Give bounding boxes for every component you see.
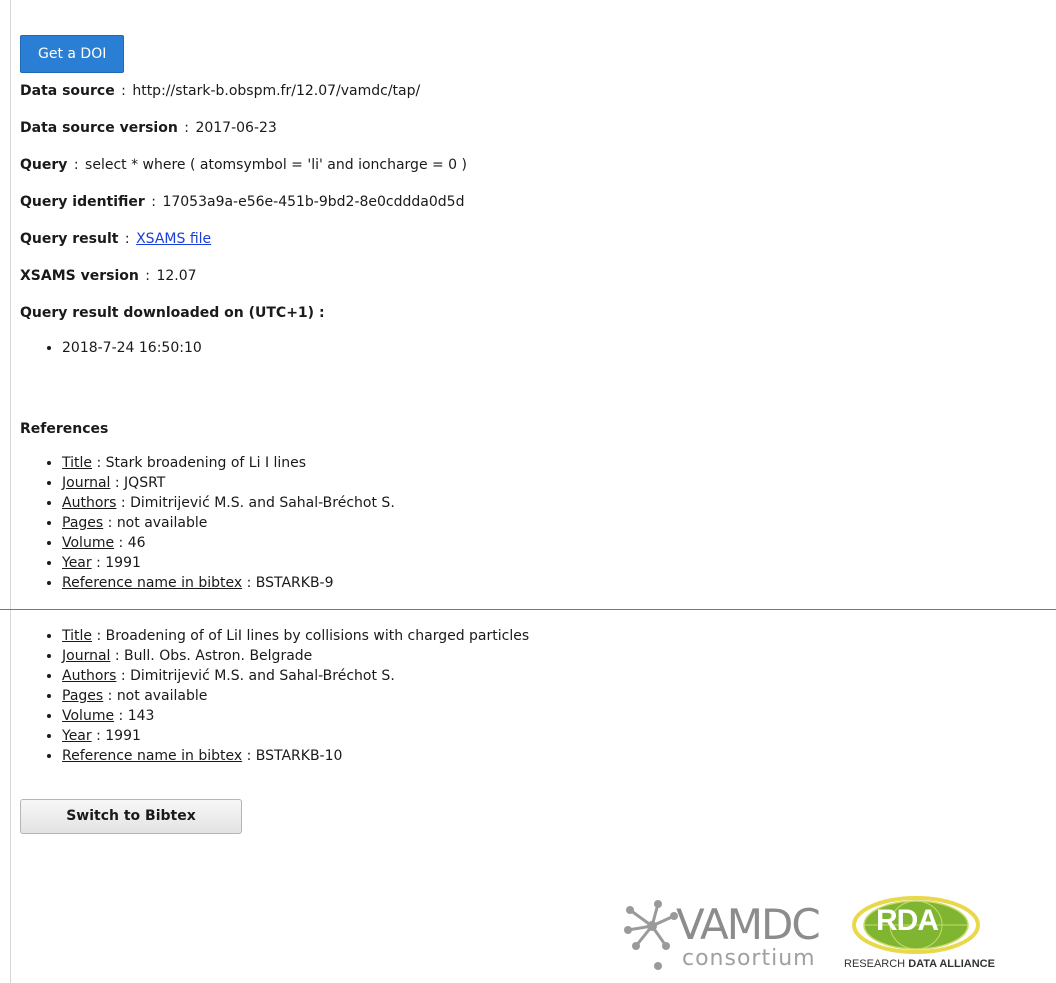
field-key: Year [62,728,92,744]
reference-list-1: Title : Stark broadening of Li I lines J… [20,453,1056,593]
query-value: select * where ( atomsymbol = 'li' and i… [85,157,468,173]
reference-pages: Pages : not available [62,686,1056,706]
vamdc-logo: VAMDC consortium [622,896,837,976]
xsams-version-value: 12.07 [156,268,197,284]
field-key: Title [62,628,93,644]
field-key: Reference name in bibtex [62,748,243,764]
rda-sub-bold: DATA ALLIANCE [908,958,995,970]
query-identifier-value: 17053a9a-e56e-451b-9bd2-8e0cddda0d5d [162,194,465,210]
field-key: Volume [62,535,115,551]
field-value: BSTARKB-9 [255,575,334,591]
field-value: not available [116,515,208,531]
field-key: Journal [62,648,111,664]
references-heading: References [20,421,109,437]
rda-sub-plain: RESEARCH [844,958,906,970]
vamdc-subtitle: consortium [682,946,816,971]
field-value: not available [116,688,208,704]
reference-year: Year : 1991 [62,553,1056,573]
vamdc-star-icon [624,900,678,970]
xsams-file-link[interactable]: XSAMS file [136,231,211,247]
field-value: Bull. Obs. Astron. Belgrade [124,648,313,664]
data-source-version-value: 2017-06-23 [195,120,277,136]
downloaded-on-label: Query result downloaded on (UTC+1) : [20,305,325,321]
downloaded-on-list: 2018-7-24 16:50:10 [20,338,1056,358]
downloaded-on-line: Query result downloaded on (UTC+1) : [20,295,1056,332]
field-key: Journal [62,475,111,491]
field-value: 143 [127,708,155,724]
field-value: 1991 [105,728,141,744]
logo-strip: VAMDC consortium RDA RESEARCH DATA ALLIA… [622,896,1002,976]
data-source-value: http://stark-b.obspm.fr/12.07/vamdc/tap/ [132,83,421,99]
field-key: Pages [62,515,104,531]
field-key: Year [62,555,92,571]
field-key: Pages [62,688,104,704]
field-key: Title [62,455,93,471]
data-source-label: Data source [20,83,115,99]
field-value: JQSRT [124,475,166,491]
field-value: BSTARKB-10 [255,748,343,764]
reference-year: Year : 1991 [62,726,1056,746]
query-result-label: Query result [20,231,119,247]
field-value: 1991 [105,555,141,571]
field-value: Dimitrijević M.S. and Sahal-Bréchot S. [130,668,395,684]
downloaded-on-date: 2018-7-24 16:50:10 [62,338,1056,358]
main-content: Get a DOI Data source : http://stark-b.o… [0,35,1056,834]
vamdc-wordmark: VAMDC [676,900,821,949]
reference-volume: Volume : 46 [62,533,1056,553]
field-value: 46 [127,535,146,551]
reference-bibtex-name: Reference name in bibtex : BSTARKB-9 [62,573,1056,593]
reference-authors: Authors : Dimitrijević M.S. and Sahal-Br… [62,666,1056,686]
reference-title: Title : Stark broadening of Li I lines [62,453,1056,473]
data-source-version-line: Data source version : 2017-06-23 [20,120,277,136]
rda-mark: RDA [876,904,939,937]
field-value: Dimitrijević M.S. and Sahal-Bréchot S. [130,495,395,511]
field-value: Broadening of of LiI lines by collisions… [105,628,530,644]
reference-journal: Journal : Bull. Obs. Astron. Belgrade [62,646,1056,666]
reference-title: Title : Broadening of of LiI lines by co… [62,626,1056,646]
left-border [10,0,11,983]
switch-to-bibtex-button[interactable]: Switch to Bibtex [20,799,242,834]
data-source-version-label: Data source version [20,120,178,136]
query-line: Query : select * where ( atomsymbol = 'l… [20,157,468,173]
query-identifier-line: Query identifier : 17053a9a-e56e-451b-9b… [20,194,465,210]
rda-logo: RDA RESEARCH DATA ALLIANCE [844,896,1002,976]
query-label: Query [20,157,68,173]
rda-subtitle: RESEARCH DATA ALLIANCE [844,958,995,970]
xsams-version-line: XSAMS version : 12.07 [20,268,197,284]
reference-volume: Volume : 143 [62,706,1056,726]
query-result-line: Query result : XSAMS file [20,231,212,247]
reference-list-2: Title : Broadening of of LiI lines by co… [20,626,1056,766]
reference-divider [0,609,1056,610]
field-key: Authors [62,495,117,511]
xsams-version-label: XSAMS version [20,268,139,284]
data-source-line: Data source : http://stark-b.obspm.fr/12… [20,83,421,99]
reference-authors: Authors : Dimitrijević M.S. and Sahal-Br… [62,493,1056,513]
query-identifier-label: Query identifier [20,194,145,210]
field-key: Volume [62,708,115,724]
field-key: Reference name in bibtex [62,575,243,591]
reference-bibtex-name: Reference name in bibtex : BSTARKB-10 [62,746,1056,766]
reference-journal: Journal : JQSRT [62,473,1056,493]
field-value: Stark broadening of Li I lines [105,455,307,471]
reference-pages: Pages : not available [62,513,1056,533]
get-doi-button[interactable]: Get a DOI [20,35,125,73]
field-key: Authors [62,668,117,684]
